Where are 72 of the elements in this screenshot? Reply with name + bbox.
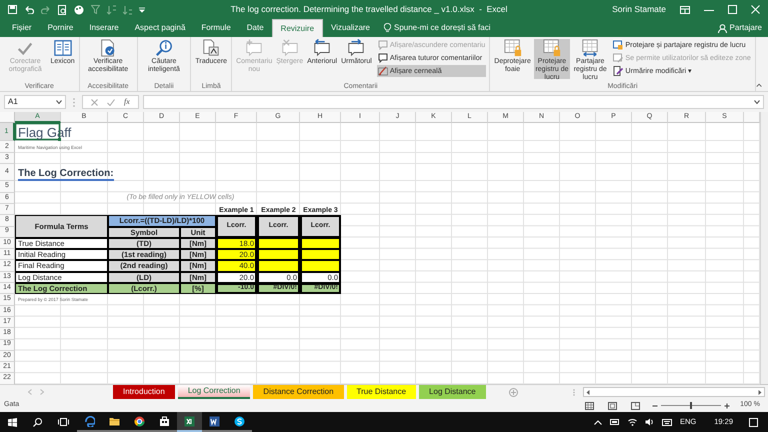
- horizontal-scrollbar[interactable]: [582, 387, 765, 398]
- document-pen-icon: [613, 66, 624, 76]
- chevron-up-icon[interactable]: [594, 420, 602, 424]
- scroll-right-icon[interactable]: [758, 390, 762, 395]
- spreadsheet-icon: [184, 416, 195, 426]
- collapse-icon[interactable]: [756, 82, 762, 88]
- close-icon[interactable]: [751, 5, 760, 14]
- tell-me-field[interactable]: Spune-mi ce dorești să faci: [384, 19, 490, 38]
- print-preview-icon[interactable]: [58, 4, 67, 15]
- save-icon[interactable]: [8, 5, 17, 14]
- ribbon-tab[interactable]: Pornire: [40, 19, 82, 38]
- table-cell: [300, 238, 341, 250]
- normal-view-icon[interactable]: [585, 402, 594, 410]
- sheet-pen-icon: [613, 53, 624, 64]
- speaker-icon[interactable]: [644, 418, 654, 426]
- notification-icon[interactable]: [749, 418, 758, 426]
- wifi-icon[interactable]: [628, 418, 637, 426]
- share-button[interactable]: Partajare: [718, 19, 768, 38]
- sheet-tab[interactable]: Log Distance: [419, 385, 486, 400]
- ribbon-tab[interactable]: Date: [238, 19, 272, 38]
- section-heading: The Log Correction:: [18, 168, 114, 182]
- circle-icon: [134, 416, 145, 426]
- expand-icon: [754, 100, 760, 104]
- customize-icon[interactable]: [139, 6, 145, 13]
- page-layout-icon[interactable]: [608, 402, 618, 410]
- zoom-out-icon[interactable]: [652, 402, 658, 409]
- ribbon-tab[interactable]: Fișier: [4, 19, 40, 38]
- battery-icon[interactable]: [610, 419, 620, 425]
- sheet-tab[interactable]: True Distance: [346, 385, 416, 400]
- start-icon[interactable]: [8, 418, 17, 426]
- ribbon-tab[interactable]: Aspect pagină: [126, 19, 194, 38]
- caret-icon: [56, 100, 62, 104]
- window-title: The log correction. Determining the travelled distance _ v1.0.xlsx - Excel: [230, 3, 508, 16]
- person-icon: [718, 24, 727, 33]
- palette-icon[interactable]: [74, 4, 84, 15]
- ribbon-tab[interactable]: Vizualizare: [323, 19, 378, 38]
- pen-icon: [378, 66, 388, 76]
- table-cell: [300, 249, 341, 260]
- sheet-tab[interactable]: Distance Correction: [253, 385, 344, 400]
- table-cell: [257, 238, 300, 250]
- comment-icon: [378, 53, 388, 64]
- task-view-icon[interactable]: [58, 418, 69, 426]
- table-cell: [257, 249, 300, 260]
- maximize-icon[interactable]: [728, 5, 737, 14]
- zoom-in-icon[interactable]: [724, 402, 730, 409]
- scroll-left-icon[interactable]: [586, 390, 590, 395]
- sheet-tab[interactable]: Introduction: [113, 385, 175, 400]
- user-name: Sorin Stamate: [612, 3, 666, 16]
- page-break-icon[interactable]: [631, 402, 640, 410]
- undo-icon[interactable]: [24, 5, 34, 14]
- table-cell: [257, 260, 300, 272]
- chat-icon: [234, 416, 245, 426]
- drag-handle-icon[interactable]: [572, 388, 575, 396]
- comment-icon: [378, 40, 388, 50]
- document-icon: [209, 416, 220, 426]
- name-box[interactable]: A1: [4, 95, 66, 110]
- ribbon-display-icon[interactable]: [680, 6, 690, 14]
- search-icon[interactable]: [33, 418, 42, 426]
- ribbon-tab[interactable]: Revizuire: [272, 19, 324, 38]
- lightbulb-icon: [384, 23, 391, 34]
- taskbar-button[interactable]: [177, 412, 202, 432]
- sheet-tab[interactable]: Log Correction: [178, 385, 250, 400]
- ribbon-tab[interactable]: Formule: [193, 19, 239, 38]
- bag-icon: [159, 416, 170, 426]
- folder-icon: [109, 416, 120, 426]
- table-cell: [300, 260, 341, 272]
- formula-field[interactable]: [142, 95, 764, 110]
- slider-thumb[interactable]: [690, 402, 692, 410]
- keyboard-icon[interactable]: [662, 418, 672, 426]
- ribbon-tab[interactable]: Inserare: [81, 19, 127, 38]
- browser-icon: [84, 416, 95, 426]
- insert-function-button[interactable]: fx: [124, 96, 130, 108]
